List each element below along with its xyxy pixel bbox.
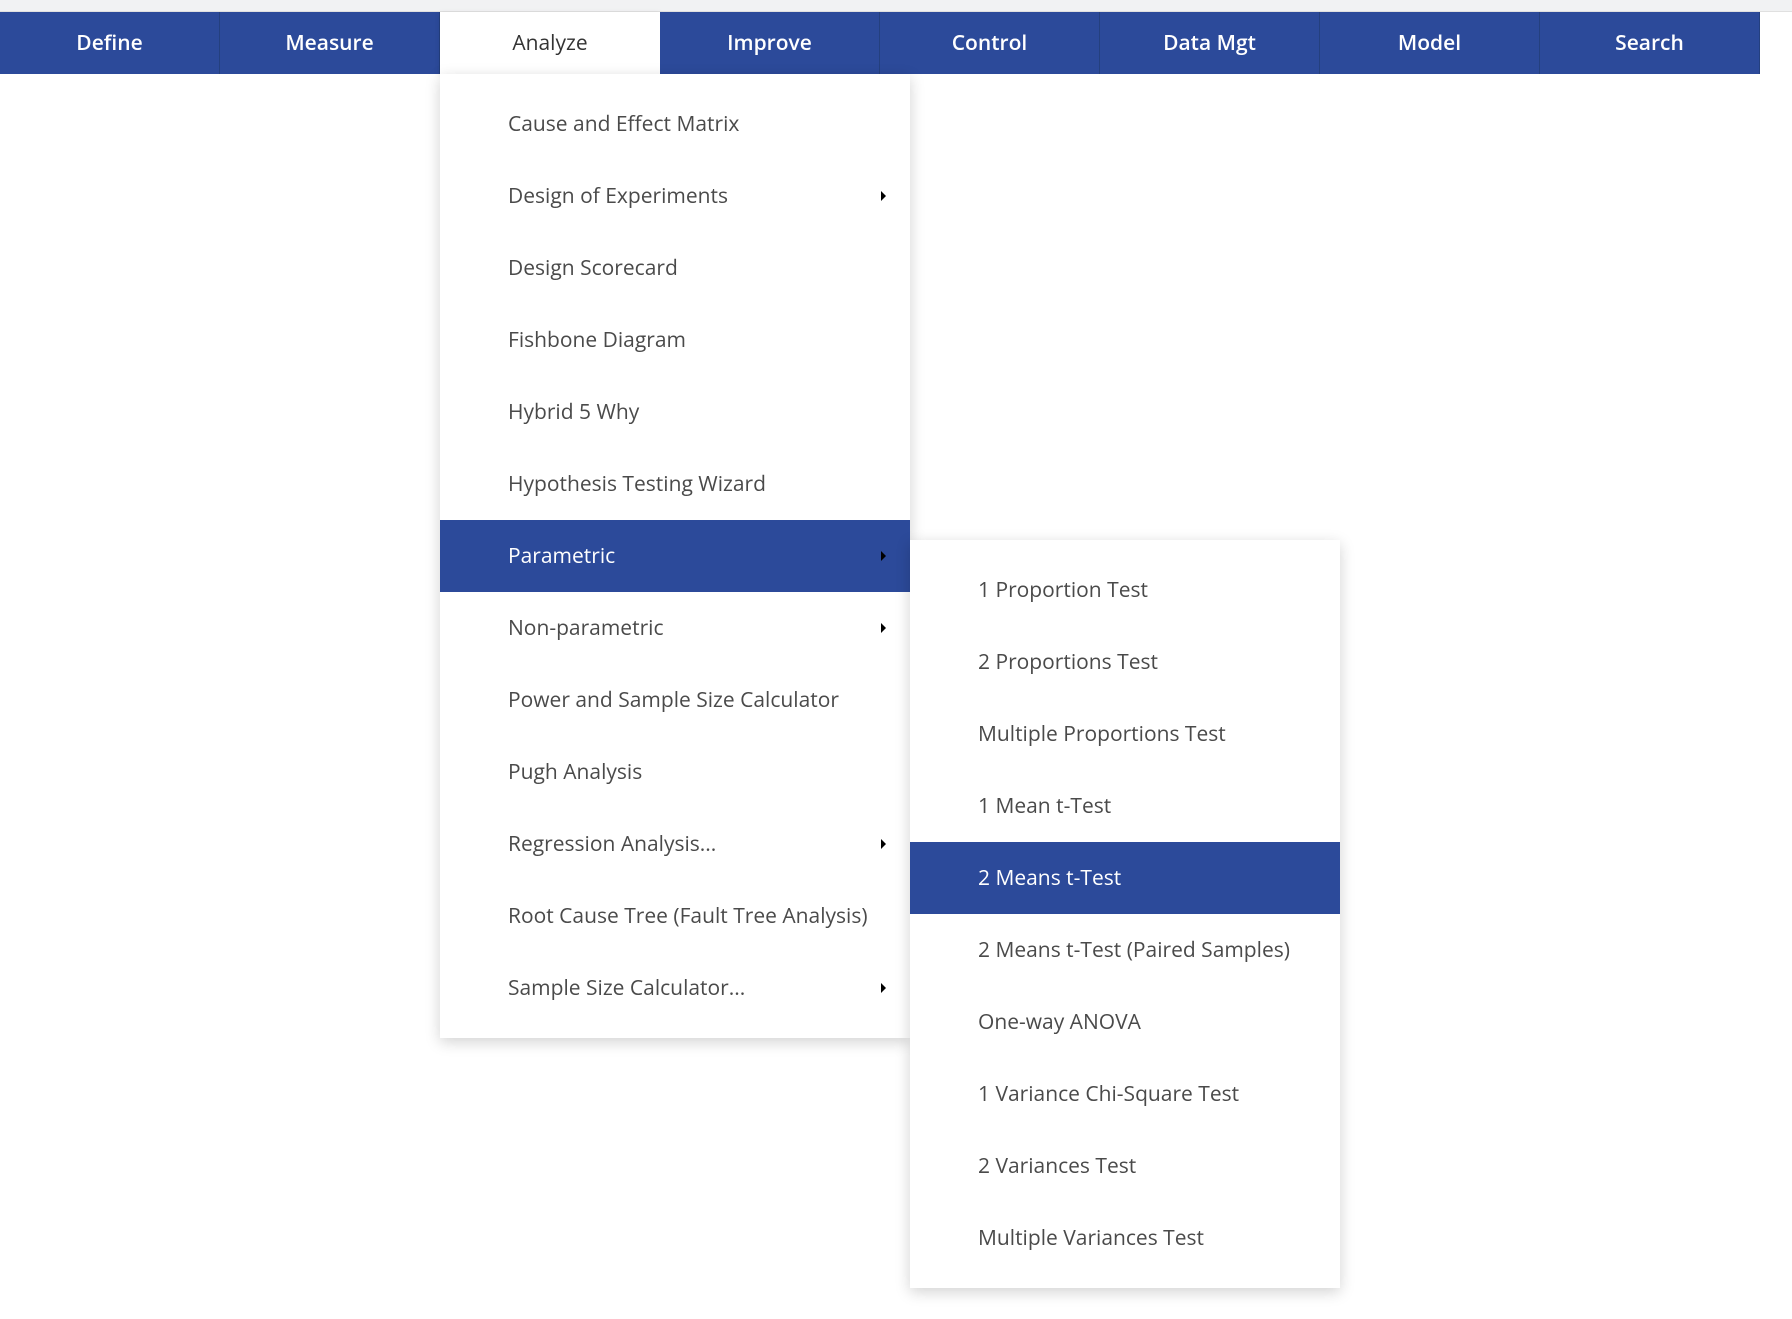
menu-item-design-of-experiments[interactable]: Design of Experiments [440, 160, 910, 232]
boxes-icon [462, 902, 490, 930]
menubar-item-control[interactable]: Control [880, 12, 1100, 74]
grid-icon [462, 398, 490, 426]
wrench-icon [932, 936, 960, 964]
menu-item-label: Power and Sample Size Calculator [508, 686, 888, 714]
chevron-right-icon [878, 190, 888, 202]
menu-item-label: Sample Size Calculator... [508, 974, 878, 1002]
menu-item-sample-size-calculator[interactable]: Sample Size Calculator... [440, 952, 910, 1024]
menubar-item-label: Measure [285, 29, 373, 57]
wrench-icon [932, 1008, 960, 1036]
parametric-submenu: 1 Proportion Test 2 Proportions Test Multi… [910, 540, 1340, 1288]
chevron-right-icon [878, 982, 888, 994]
menu-item-label: 1 Variance Chi-Square Test [978, 1080, 1318, 1108]
menu-item-label: Design of Experiments [508, 182, 878, 210]
wrench-icon [462, 686, 490, 714]
menubar-item-label: Search [1615, 29, 1684, 57]
menu-item-non-parametric[interactable]: Non-parametric [440, 592, 910, 664]
wrench-icon [932, 720, 960, 748]
analyze-dropdown: Cause and Effect Matrix Design of Experim… [440, 74, 910, 1038]
menu-item-2-variances-test[interactable]: 2 Variances Test [910, 1130, 1340, 1202]
menubar-item-label: Model [1398, 29, 1461, 57]
menu-item-label: Hybrid 5 Why [508, 398, 888, 426]
wrench-icon [462, 542, 490, 570]
menubar-item-model[interactable]: Model [1320, 12, 1540, 74]
menu-item-1-mean-t-test[interactable]: 1 Mean t-Test [910, 770, 1340, 842]
menu-item-label: Pugh Analysis [508, 758, 888, 786]
chevron-right-icon [878, 622, 888, 634]
menu-item-multiple-proportions-test[interactable]: Multiple Proportions Test [910, 698, 1340, 770]
menu-item-hybrid-5-why[interactable]: Hybrid 5 Why [440, 376, 910, 448]
menu-item-label: 2 Means t-Test [978, 864, 1318, 892]
menubar-item-label: Define [76, 29, 142, 57]
menu-item-label: 2 Means t-Test (Paired Samples) [978, 936, 1318, 964]
menu-item-hypothesis-testing-wizard[interactable]: Hypothesis Testing Wizard [440, 448, 910, 520]
menu-item-label: 1 Mean t-Test [978, 792, 1318, 820]
menubar-item-label: Improve [727, 29, 812, 57]
menu-item-label: Hypothesis Testing Wizard [508, 470, 888, 498]
wrench-icon [932, 864, 960, 892]
menu-item-power-and-sample-size-calculator[interactable]: Power and Sample Size Calculator [440, 664, 910, 736]
menubar-item-search[interactable]: Search [1540, 12, 1760, 74]
menu-item-1-proportion-test[interactable]: 1 Proportion Test [910, 554, 1340, 626]
grid-icon [462, 758, 490, 786]
menu-item-label: Multiple Variances Test [978, 1224, 1318, 1252]
wrench-icon [932, 648, 960, 676]
menu-item-2-proportions-test[interactable]: 2 Proportions Test [910, 626, 1340, 698]
menubar-item-improve[interactable]: Improve [660, 12, 880, 74]
chevron-right-icon [878, 550, 888, 562]
menubar-item-measure[interactable]: Measure [220, 12, 440, 74]
menu-item-label: Fishbone Diagram [508, 326, 888, 354]
chevron-right-icon [878, 838, 888, 850]
menubar-item-label: Data Mgt [1163, 29, 1256, 57]
menubar-item-label: Control [952, 29, 1028, 57]
menu-item-label: Multiple Proportions Test [978, 720, 1318, 748]
menu-item-label: Cause and Effect Matrix [508, 110, 888, 138]
wizard-icon [462, 470, 490, 498]
menu-item-fishbone-diagram[interactable]: Fishbone Diagram [440, 304, 910, 376]
menu-item-label: 2 Variances Test [978, 1152, 1318, 1180]
menubar-tail [1760, 12, 1792, 74]
menu-item-pugh-analysis[interactable]: Pugh Analysis [440, 736, 910, 808]
wrench-icon [932, 576, 960, 604]
wrench-icon [462, 830, 490, 858]
menu-item-label: Non-parametric [508, 614, 878, 642]
menu-item-label: One-way ANOVA [978, 1008, 1318, 1036]
menu-item-label: Regression Analysis... [508, 830, 878, 858]
grid-icon [462, 254, 490, 282]
menu-item-design-scorecard[interactable]: Design Scorecard [440, 232, 910, 304]
wrench-icon [932, 792, 960, 820]
wrench-icon [462, 182, 490, 210]
menu-item-label: Root Cause Tree (Fault Tree Analysis) [508, 902, 888, 930]
wrench-icon [462, 614, 490, 642]
menubar-item-analyze[interactable]: Analyze [440, 12, 660, 74]
wrench-icon [932, 1080, 960, 1108]
menu-item-root-cause-tree-fault-tree-analysis[interactable]: Root Cause Tree (Fault Tree Analysis) [440, 880, 910, 952]
menu-item-label: 2 Proportions Test [978, 648, 1318, 676]
menu-item-2-means-t-test-paired-samples[interactable]: 2 Means t-Test (Paired Samples) [910, 914, 1340, 986]
topbar-spacer [0, 0, 1792, 12]
menu-item-parametric[interactable]: Parametric [440, 520, 910, 592]
menu-item-regression-analysis[interactable]: Regression Analysis... [440, 808, 910, 880]
menu-item-label: Design Scorecard [508, 254, 888, 282]
menubar: Define Measure Analyze Improve Control Data M… [0, 12, 1792, 74]
menubar-item-define[interactable]: Define [0, 12, 220, 74]
menu-item-2-means-t-test[interactable]: 2 Means t-Test [910, 842, 1340, 914]
boxes-icon [462, 326, 490, 354]
menu-item-cause-and-effect-matrix[interactable]: Cause and Effect Matrix [440, 88, 910, 160]
menu-item-1-variance-chi-square-test[interactable]: 1 Variance Chi-Square Test [910, 1058, 1340, 1130]
wrench-icon [932, 1152, 960, 1180]
menu-item-label: Parametric [508, 542, 878, 570]
grid-icon [462, 110, 490, 138]
menubar-item-label: Analyze [512, 29, 587, 57]
menu-item-multiple-variances-test[interactable]: Multiple Variances Test [910, 1202, 1340, 1274]
wrench-icon [932, 1224, 960, 1252]
menubar-item-data-mgt[interactable]: Data Mgt [1100, 12, 1320, 74]
menu-item-label: 1 Proportion Test [978, 576, 1318, 604]
wrench-icon [462, 974, 490, 1002]
menu-item-one-way-anova[interactable]: One-way ANOVA [910, 986, 1340, 1058]
